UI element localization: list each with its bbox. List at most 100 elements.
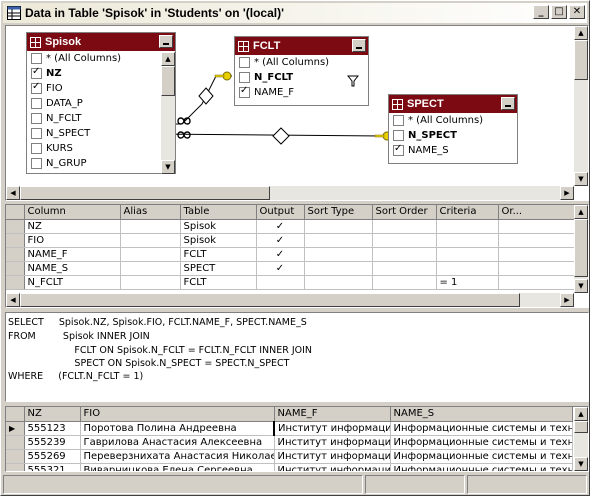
sql-line[interactable]: WHERE (FCLT.N_FCLT = 1) — [8, 371, 143, 382]
results-grid[interactable]: NZ FIO NAME_F NAME_S ▶ 555123 Поротова Полина… — [6, 407, 573, 471]
minimize-table-button[interactable] — [352, 39, 366, 52]
grid-cell[interactable]: ✓ — [256, 233, 305, 248]
sql-pane[interactable]: SELECT Spisok.NZ, Spisok.FIO, FCLT.NAME_… — [5, 312, 589, 402]
results-column-header[interactable]: FIO — [80, 407, 275, 422]
table-header[interactable]: SPECT — [389, 95, 517, 113]
scroll-thumb[interactable] — [20, 293, 520, 307]
field-row[interactable]: * (All Columns) — [389, 113, 517, 128]
grid-cell[interactable]: FCLT — [180, 247, 257, 262]
grid-cell[interactable]: ✓ — [256, 247, 305, 262]
grid-column-header[interactable]: Output — [256, 205, 305, 220]
grid-cell[interactable] — [304, 275, 373, 290]
grid-cell[interactable]: SPECT — [180, 261, 257, 276]
sql-line[interactable]: SPECT ON Spisok.N_SPECT = SPECT.N_SPECT — [8, 358, 289, 369]
scroll-down-button[interactable]: ▼ — [161, 160, 175, 174]
table-spect[interactable]: SPECT * (All Columns) N_SPECT NAME_S — [388, 94, 518, 164]
grid-cell[interactable]: NAME_S — [24, 261, 121, 276]
scroll-up-button[interactable]: ▲ — [161, 52, 175, 66]
grid-cell[interactable]: ✓ — [256, 261, 305, 276]
results-cell[interactable]: 555239 — [24, 435, 81, 450]
results-cell[interactable]: Информационные системы и техно — [390, 435, 573, 450]
grid-cell[interactable]: NAME_F — [24, 247, 121, 262]
diagram-vertical-scrollbar[interactable]: ▲ ▼ — [574, 26, 588, 186]
row-selector[interactable] — [6, 247, 25, 262]
scroll-up-button[interactable]: ▲ — [574, 26, 588, 40]
results-column-header[interactable]: NAME_S — [390, 407, 573, 422]
field-checkbox[interactable] — [31, 143, 42, 154]
field-checkbox[interactable] — [31, 128, 42, 139]
grid-cell[interactable]: Spisok — [180, 219, 257, 234]
field-row[interactable]: N_FCLT — [27, 111, 175, 126]
grid-column-header[interactable]: Sort Order — [372, 205, 437, 220]
table-spisok[interactable]: Spisok * (All Columns) NZ FIO DATA_P N_FCLT N… — [26, 32, 176, 174]
grid-cell[interactable] — [372, 275, 437, 290]
grid-cell[interactable] — [120, 219, 181, 234]
scroll-up-button[interactable]: ▲ — [574, 205, 588, 219]
grid-cell[interactable] — [372, 219, 437, 234]
results-cell[interactable]: 555269 — [24, 449, 81, 464]
minimize-table-button[interactable] — [159, 35, 173, 48]
scroll-thumb[interactable] — [574, 40, 588, 80]
current-row-indicator-icon[interactable]: ▶ — [6, 421, 25, 436]
results-pane[interactable]: NZ FIO NAME_F NAME_S ▶ 555123 Поротова Полина… — [5, 406, 589, 472]
field-row[interactable]: N_GRUP — [27, 156, 175, 171]
grid-cell[interactable]: = 1 — [436, 275, 499, 290]
results-cell[interactable]: Институт информацис — [274, 449, 391, 464]
table-fclt[interactable]: FCLT * (All Columns) N_FCLT NAME_F — [234, 36, 369, 106]
scroll-down-button[interactable]: ▼ — [574, 279, 588, 293]
scroll-thumb[interactable] — [574, 421, 588, 433]
field-checkbox[interactable] — [393, 143, 404, 156]
field-row[interactable]: * (All Columns) — [27, 51, 175, 66]
sql-line[interactable]: FROM Spisok INNER JOIN — [8, 331, 150, 342]
grid-cell[interactable] — [304, 247, 373, 262]
table-header[interactable]: FCLT — [235, 37, 368, 55]
field-row[interactable]: * (All Columns) — [235, 55, 368, 70]
grid-column-header[interactable]: Or... — [498, 205, 575, 220]
field-row[interactable]: DATA_P — [27, 96, 175, 111]
scroll-left-button[interactable]: ◀ — [6, 293, 20, 307]
field-checkbox[interactable] — [31, 81, 42, 94]
scroll-right-button[interactable]: ▶ — [560, 293, 574, 307]
grid-cell[interactable] — [498, 247, 575, 262]
sql-line[interactable]: FCLT ON Spisok.N_FCLT = FCLT.N_FCLT INNE… — [8, 345, 312, 356]
row-selector[interactable] — [6, 219, 25, 234]
grid-cell[interactable]: Spisok — [180, 233, 257, 248]
results-cell[interactable]: Виварницкова Елена Сергеевна — [80, 463, 275, 471]
results-cell[interactable]: Поротова Полина Андреевна — [80, 421, 275, 436]
grid-cell[interactable] — [498, 219, 575, 234]
join-diamond-spect[interactable] — [272, 127, 290, 145]
grid-cell[interactable]: ✓ — [256, 219, 305, 234]
grid-row[interactable]: NZ Spisok ✓ — [6, 219, 575, 234]
grid-row[interactable]: FIO Spisok ✓ — [6, 233, 575, 248]
results-cell[interactable]: Гаврилова Анастасия Алексеевна — [80, 435, 275, 450]
grid-column-header[interactable]: Alias — [120, 205, 181, 220]
diagram-pane[interactable]: Spisok * (All Columns) NZ FIO DATA_P N_FCLT N… — [5, 25, 589, 201]
field-row[interactable]: NAME_S — [389, 143, 517, 158]
results-column-header[interactable]: NAME_F — [274, 407, 391, 422]
results-cell[interactable]: Информационные системы и техно — [390, 421, 573, 436]
criteria-grid[interactable]: Column Alias Table Output Sort Type Sort Orde… — [6, 205, 575, 290]
grid-cell[interactable]: FCLT — [180, 275, 257, 290]
results-cell[interactable]: 555321 — [24, 463, 81, 471]
scroll-right-button[interactable]: ▶ — [560, 186, 574, 200]
row-selector[interactable] — [6, 463, 25, 471]
field-checkbox[interactable] — [31, 53, 42, 64]
grid-cell[interactable] — [436, 219, 499, 234]
results-column-header[interactable]: NZ — [24, 407, 81, 422]
row-selector[interactable] — [6, 261, 25, 276]
grid-vertical-scrollbar[interactable]: ▲ ▼ — [574, 205, 588, 293]
field-row[interactable]: N_SPECT — [389, 128, 517, 143]
sql-line[interactable]: SELECT Spisok.NZ, Spisok.FIO, FCLT.NAME_… — [8, 317, 307, 328]
grid-cell[interactable]: NZ — [24, 219, 121, 234]
scroll-thumb[interactable] — [161, 66, 175, 96]
results-cell[interactable]: Информационные системы и техно — [390, 449, 573, 464]
grid-cell[interactable] — [304, 219, 373, 234]
results-row[interactable]: 555269 Переверзнихата Анастасия Николаевн… — [6, 449, 573, 464]
grid-column-header[interactable]: Criteria — [436, 205, 499, 220]
grid-row[interactable]: NAME_F FCLT ✓ — [6, 247, 575, 262]
results-cell[interactable]: Информационные системы и техно — [390, 463, 573, 471]
grid-cell[interactable] — [436, 233, 499, 248]
minimize-table-button[interactable] — [501, 97, 515, 110]
diagram-horizontal-scrollbar[interactable]: ◀ ▶ — [6, 186, 574, 200]
table-scrollbar[interactable]: ▲ ▼ — [161, 52, 175, 174]
